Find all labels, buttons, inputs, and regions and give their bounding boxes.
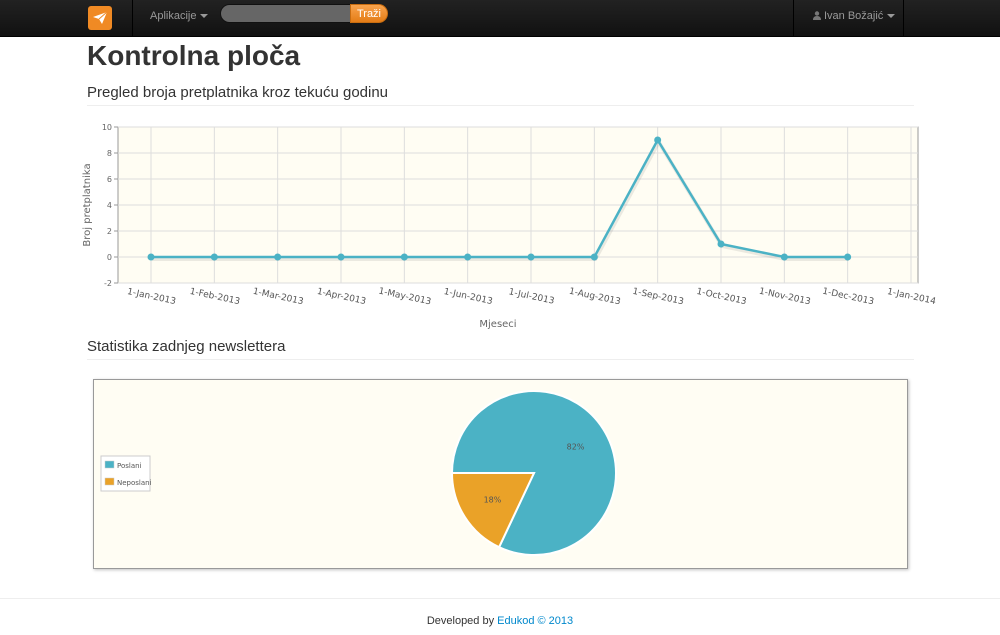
search-input[interactable] <box>220 4 352 23</box>
line-data-point <box>780 253 788 261</box>
chevron-down-icon <box>887 14 896 19</box>
nav-divider <box>132 0 133 37</box>
search-button[interactable]: Traži <box>350 4 388 23</box>
footer: Developed by Edukod © 2013 <box>0 615 1000 627</box>
line-data-point <box>147 253 155 261</box>
x-tick-label: 1-Aug-2013 <box>568 287 621 308</box>
x-tick-label: 1-Apr-2013 <box>316 287 367 307</box>
y-tick-label: -2 <box>104 279 112 288</box>
y-axis-label: Broj pretplatnika <box>82 163 93 246</box>
pie-slice-label: 82% <box>567 443 585 452</box>
line-data-point <box>210 253 218 261</box>
x-tick-label: 1-Jan-2013 <box>126 287 176 307</box>
apps-dropdown[interactable]: Aplikacije <box>150 10 209 22</box>
x-tick-label: 1-Feb-2013 <box>189 287 241 307</box>
x-tick-label: 1-Dec-2013 <box>821 287 874 308</box>
x-tick-label: 1-Jun-2013 <box>443 287 494 307</box>
line-data-point <box>717 240 725 248</box>
footer-divider <box>0 598 1000 599</box>
user-icon <box>813 11 821 20</box>
newsletter-pie-chart-box: Poslani Neposlani 82% 18% <box>93 379 908 569</box>
paper-plane-icon[interactable] <box>88 6 112 30</box>
legend-label: Poslani <box>117 462 142 470</box>
user-menu[interactable]: Ivan Božajić <box>813 10 896 22</box>
x-tick-label: 1-Jan-2014 <box>886 287 937 307</box>
nav-divider <box>793 0 794 37</box>
edukod-link[interactable]: Edukod © 2013 <box>497 615 573 627</box>
y-tick-label: 2 <box>107 227 112 236</box>
line-data-point <box>400 253 408 261</box>
legend-swatch <box>104 477 115 486</box>
top-navbar: Aplikacije Traži Ivan Božajić <box>0 0 1000 37</box>
x-tick-label: 1-Jul-2013 <box>508 287 556 306</box>
y-tick-label: 8 <box>107 149 112 158</box>
line-data-point <box>590 253 598 261</box>
x-tick-label: 1-Nov-2013 <box>758 287 811 308</box>
apps-dropdown-label: Aplikacije <box>150 10 197 22</box>
line-data-point <box>274 253 282 261</box>
line-data-point <box>337 253 345 261</box>
chevron-down-icon <box>200 14 209 19</box>
y-tick-label: 6 <box>107 175 112 184</box>
pie-slice-label: 18% <box>484 495 502 504</box>
line-data-point <box>654 136 662 144</box>
newsletter-section-title: Statistika zadnjeg newslettera <box>87 338 286 355</box>
x-tick-label: 1-May-2013 <box>378 287 432 308</box>
line-data-point <box>527 253 535 261</box>
line-data-point <box>844 253 852 261</box>
x-tick-label: 1-Oct-2013 <box>695 287 747 307</box>
page-title: Kontrolna ploča <box>87 40 301 71</box>
divider <box>87 105 914 106</box>
x-axis-label: Mjeseci <box>479 319 516 330</box>
legend-swatch <box>104 460 115 469</box>
x-tick-label: 1-Mar-2013 <box>252 287 304 307</box>
x-tick-label: 1-Sep-2013 <box>632 287 685 308</box>
subscribers-section-title: Pregled broja pretplatnika kroz tekuću g… <box>87 84 389 101</box>
user-name: Ivan Božajić <box>824 10 884 22</box>
footer-text: Developed by <box>426 615 498 627</box>
y-tick-label: 4 <box>107 201 112 210</box>
subscribers-line-chart: -2 0 2 4 6 8 10 1-Jan-2013 1-Feb-2013 1-Mar-2013… <box>82 123 937 330</box>
nav-divider <box>903 0 904 37</box>
y-tick-label: 10 <box>102 123 112 132</box>
legend-label: Neposlani <box>117 479 152 487</box>
newsletter-pie-chart: Poslani Neposlani 82% 18% <box>100 390 617 556</box>
line-data-point <box>464 253 472 261</box>
y-tick-label: 0 <box>107 253 112 262</box>
divider <box>87 359 914 360</box>
